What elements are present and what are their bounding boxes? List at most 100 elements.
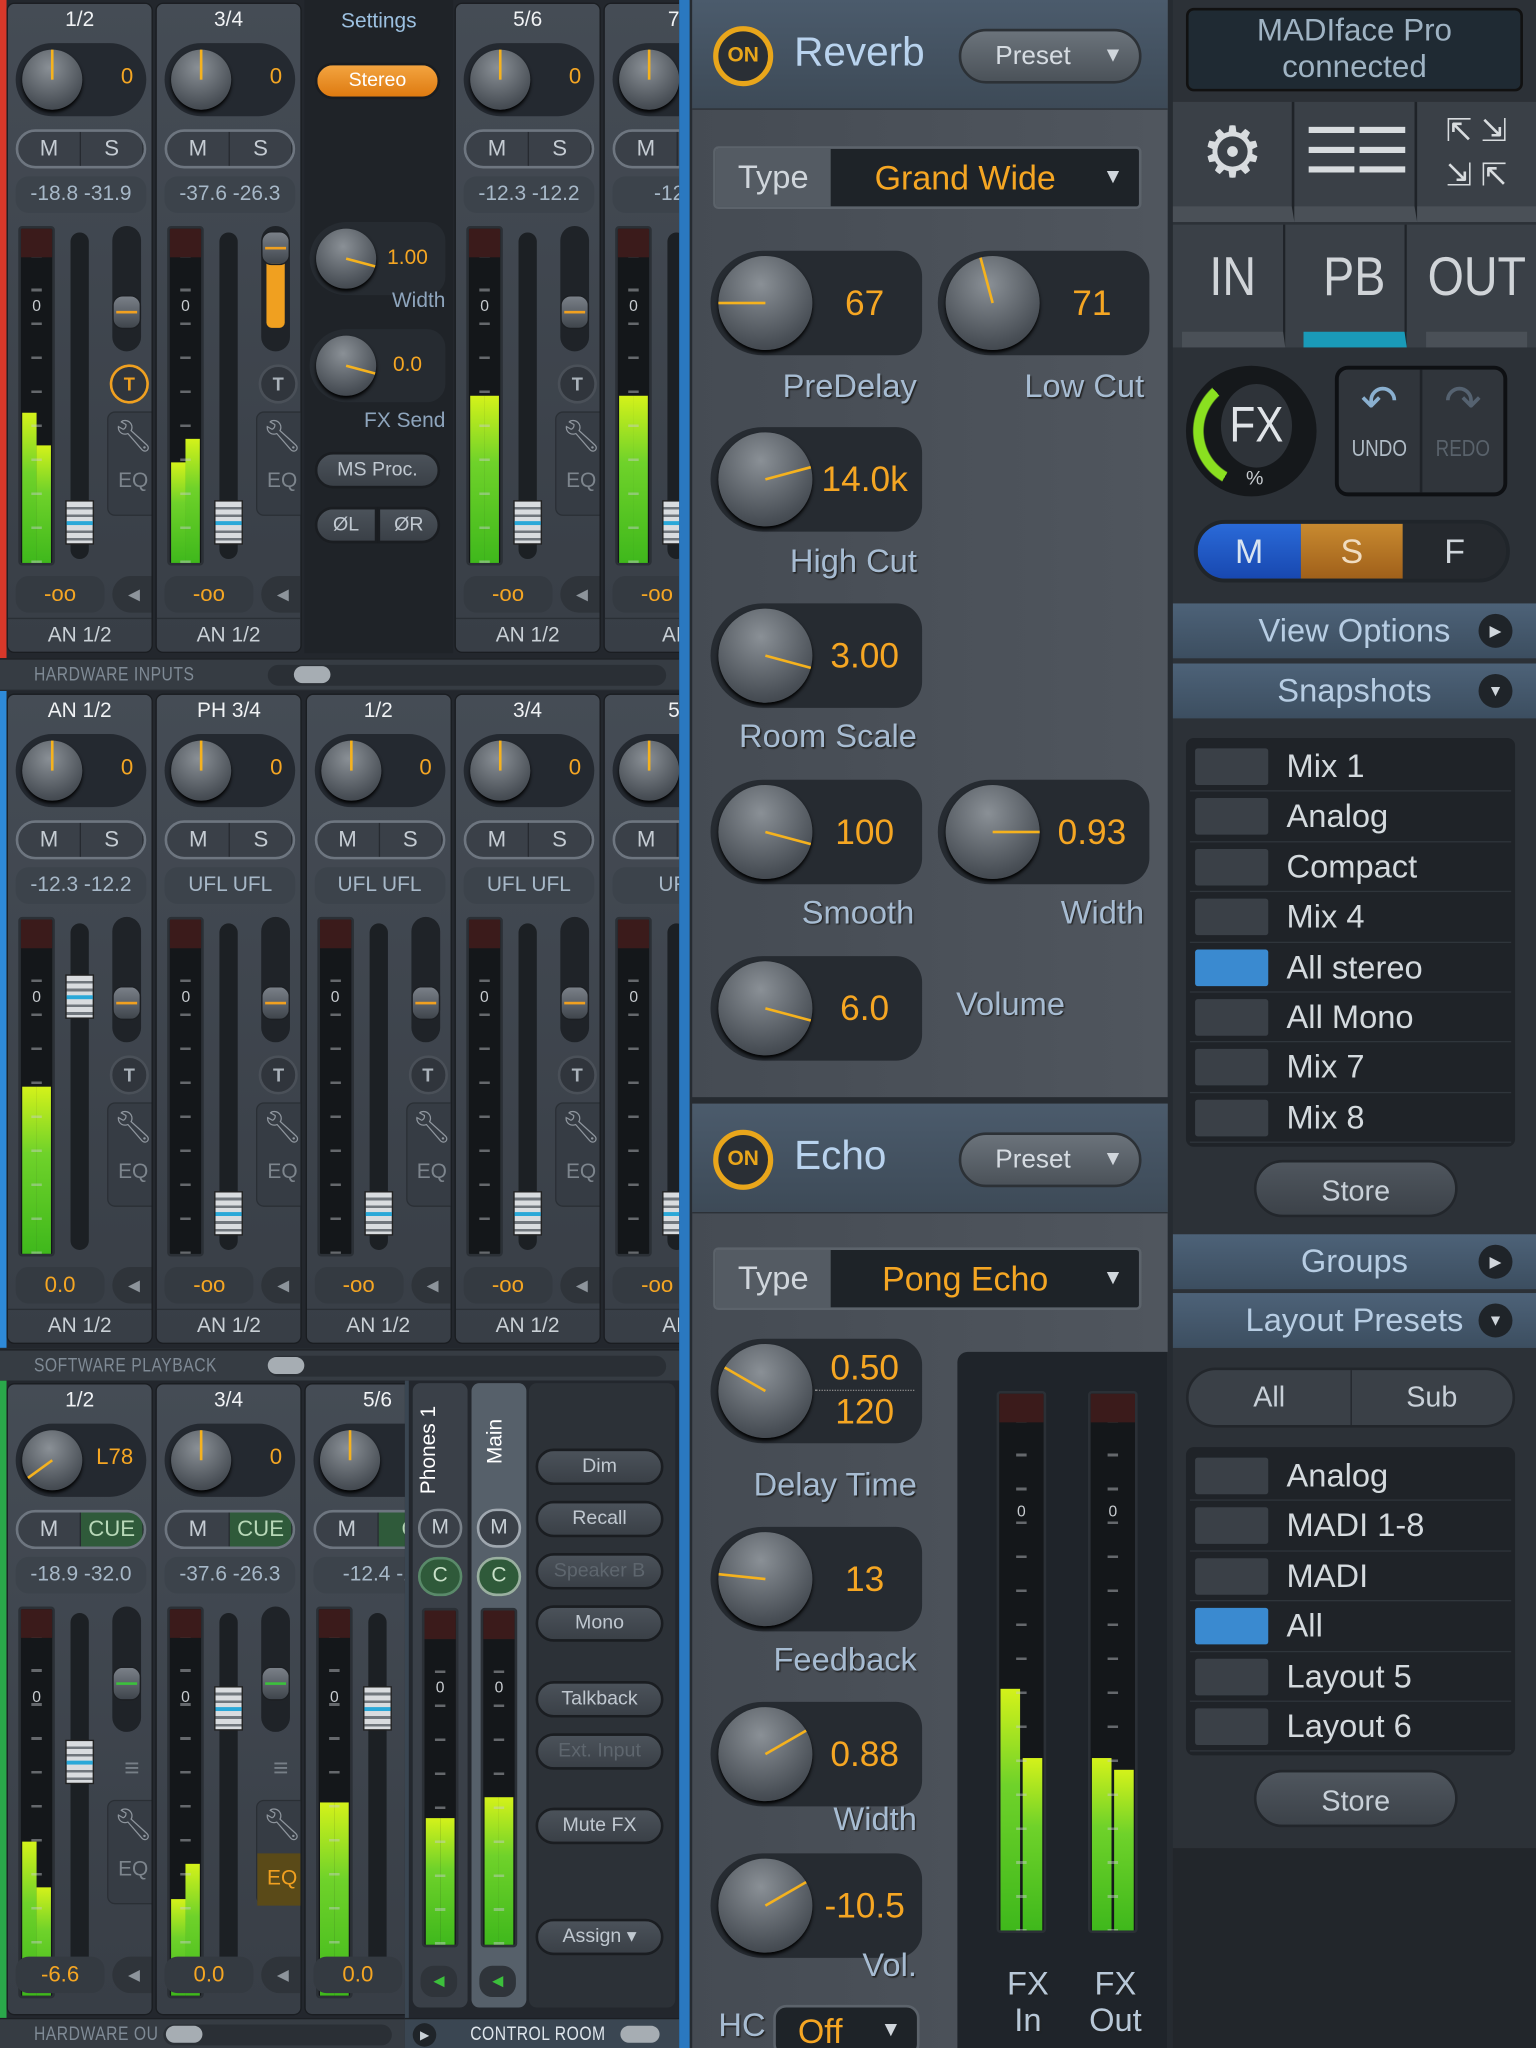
layout-preset-item[interactable]: MADI [1189,1551,1512,1602]
reverb-on-button[interactable]: ON [713,26,774,87]
eq-button[interactable]: EQ [257,470,300,494]
pan-knob[interactable] [470,49,531,110]
scrollbar[interactable] [163,2024,392,2046]
expand-arrow-button[interactable]: ◀ [112,575,152,613]
pan-knob[interactable] [22,49,83,110]
expand-arrow-button[interactable]: ◀ [112,1266,152,1304]
expand-arrow-button[interactable]: ◀ [261,575,301,613]
fx-knob[interactable] [945,255,1040,351]
snapshot-item[interactable]: Compact [1189,842,1512,893]
wrench-icon[interactable]: 🔧︎ [108,418,151,456]
expand-arrow-button[interactable]: ◀ [560,1266,600,1304]
fx-knob-control[interactable]: 67 [710,250,923,356]
trim-button[interactable]: T [557,364,597,404]
snapshot-item[interactable]: Mix 4 [1189,892,1512,943]
fader-value[interactable]: -oo [164,1266,254,1304]
volume-fader-handle[interactable] [513,500,543,545]
slider-handle[interactable] [261,985,291,1020]
control-room-button[interactable]: Mute FX [535,1807,664,1845]
pan-knob[interactable] [619,49,680,110]
mute-button[interactable]: M [317,822,380,857]
gain-slider[interactable] [261,1606,290,1732]
wrench-icon[interactable]: 🔧︎ [257,418,300,456]
tab-pb[interactable]: PB [1303,224,1408,348]
echo-preset-button[interactable]: Preset ▼ [958,1132,1142,1188]
wrench-icon[interactable]: 🔧︎ [556,418,599,456]
volume-fader-handle[interactable] [65,500,95,545]
trim-button[interactable]: T [557,1055,597,1095]
scrollbar-thumb[interactable] [293,666,331,684]
snapshot-item[interactable]: Analog [1189,792,1512,843]
control-room-button[interactable]: Assign ▾ [535,1918,664,1956]
volume-fader-track[interactable] [363,923,393,1250]
trim-slider[interactable] [112,225,142,352]
solo-button[interactable]: S [230,131,293,166]
main-cue-button[interactable]: C [476,1556,522,1597]
volume-fader-track[interactable] [363,1613,392,1992]
layout-preset-item[interactable]: Layout 6 [1189,1702,1512,1752]
fx-knob-control[interactable]: 3.00 [710,603,923,708]
volume-fader-track[interactable] [214,923,244,1250]
fader-value[interactable]: 0.0 [164,1956,254,1994]
phones-cue-button[interactable]: C [417,1556,463,1597]
pan-knob[interactable] [171,740,232,801]
pan-control[interactable]: 0 [463,734,595,808]
pan-knob[interactable] [470,740,531,801]
volume-fader-track[interactable] [662,232,680,560]
fx-knob-control[interactable]: 0.93 [937,779,1150,885]
pan-control[interactable]: 0 [15,734,147,808]
snapshot-item[interactable]: Mix 1 [1189,742,1512,793]
pan-control[interactable]: L78 [15,1423,147,1497]
fx-knob-control[interactable]: 100 [710,779,923,885]
scrollbar-thumb[interactable] [620,2025,660,2043]
snapshot-store-button[interactable]: Store [1253,1159,1458,1218]
trim-button[interactable]: T [258,1055,299,1095]
settings-gear-icon[interactable]: ⚙ [1172,101,1295,223]
width-control[interactable]: 1.00 [309,222,446,296]
undo-button[interactable]: ↶ UNDO [1339,369,1423,493]
pan-control[interactable]: 0 [463,43,595,117]
fx-knob[interactable] [718,1532,813,1627]
eq-button[interactable]: EQ [407,1161,450,1185]
volume-fader-track[interactable] [214,1613,243,1992]
redo-button[interactable]: ↷ REDO [1422,370,1503,493]
pan-control[interactable]: 0 [164,1423,296,1497]
volume-fader-handle[interactable] [662,500,680,545]
fx-knob-control[interactable]: 0.50 120 [710,1338,923,1444]
slider-handle[interactable] [560,294,590,329]
scrollbar[interactable] [267,1355,667,1377]
expand-arrow-button[interactable]: ◀ [112,1956,152,1994]
volume-fader-track[interactable] [65,923,95,1250]
pan-control[interactable]: 0 [164,734,296,808]
fx-knob[interactable] [718,608,813,703]
fx-send-knob[interactable] [316,335,377,396]
fx-knob[interactable] [718,1707,813,1802]
fx-knob-control[interactable]: 0.88 [710,1701,923,1807]
control-room-button[interactable]: Talkback [535,1680,664,1718]
control-room-button[interactable]: Speaker B [535,1552,664,1590]
fader-value[interactable]: -oo [612,1266,680,1304]
global-fader-button[interactable]: F [1403,523,1506,579]
fx-knob-control[interactable]: -10.5 [710,1853,923,1958]
trim-slider[interactable] [261,916,291,1043]
volume-fader-handle[interactable] [363,1191,393,1236]
fullscreen-icon[interactable]: ⇱ ⇲ ⇲ ⇱ [1416,102,1536,223]
trim-slider[interactable] [410,916,440,1043]
volume-fader-track[interactable] [65,1613,95,1992]
fx-button[interactable]: FX [1220,383,1293,468]
control-room-button[interactable]: Mono [535,1605,664,1642]
fader-value[interactable]: -oo [463,575,553,613]
width-knob[interactable] [316,228,377,289]
eq-button[interactable]: EQ [108,1161,151,1185]
slider-handle[interactable] [112,985,142,1020]
pan-control[interactable]: 0 [15,43,147,117]
fx-knob[interactable] [718,1343,813,1439]
mute-button[interactable]: M [18,1512,81,1547]
eq-button[interactable]: EQ [258,1161,301,1185]
fader-value[interactable]: -oo [314,1266,404,1304]
slider-handle[interactable] [560,985,589,1020]
ms-proc-button[interactable]: MS Proc. [314,451,441,489]
mute-button[interactable]: M [466,822,529,857]
snapshot-item[interactable]: Mix 7 [1189,1043,1512,1093]
slider-handle[interactable] [112,294,142,329]
